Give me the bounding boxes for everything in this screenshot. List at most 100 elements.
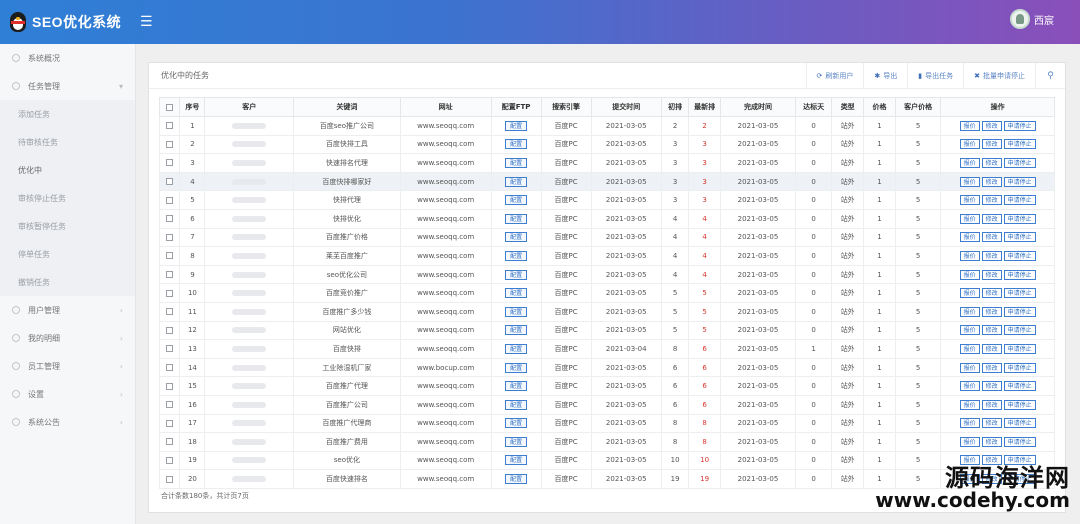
row-checkbox[interactable] [166,196,174,204]
edit-button[interactable]: 修改 [981,288,1002,299]
batch-stop-button[interactable]: ✖ 批量申请停止 [963,63,1035,89]
table-row[interactable]: 17 百度推广代理商 www.seoqq.com 配置 百度PC 2021-03-05 8 8… [158,413,1055,434]
search-button[interactable]: ⚲ [1035,63,1065,89]
row-select-cell[interactable] [158,450,181,471]
quote-button[interactable]: 报价 [959,362,980,373]
edit-button[interactable]: 修改 [981,325,1002,336]
quote-button[interactable]: 报价 [959,269,980,280]
sidebar-item[interactable]: 待审核任务 [0,128,135,156]
quote-button[interactable]: 报价 [959,436,980,447]
edit-button[interactable]: 修改 [981,176,1002,187]
quote-button[interactable]: 报价 [959,139,980,150]
quote-button[interactable]: 报价 [959,306,980,317]
row-checkbox[interactable] [166,364,174,372]
edit-button[interactable]: 修改 [981,232,1002,243]
row-checkbox[interactable] [166,289,174,297]
table-row[interactable]: 8 莱芜百度推广 www.seoqq.com 配置 百度PC 2021-03-05 4 4 20… [158,246,1055,266]
sidebar-item[interactable]: 审核暂停任务 [0,212,135,240]
edit-button[interactable]: 修改 [981,195,1002,206]
user-menu[interactable]: 西宸 [1010,9,1054,29]
sidebar-item[interactable]: 设置 › [0,380,135,408]
row-select-cell[interactable] [158,283,181,303]
table-row[interactable]: 6 快排优化 www.seoqq.com 配置 百度PC 2021-03-05 4 4 2021… [158,208,1055,229]
row-select-cell[interactable] [158,208,181,229]
config-ftp-button[interactable]: 配置 [505,399,528,410]
row-select-cell[interactable] [158,301,181,322]
config-ftp-button[interactable]: 配置 [505,120,528,131]
config-ftp-button[interactable]: 配置 [505,269,528,280]
request-stop-button[interactable]: 申请停止 [1003,399,1036,410]
request-stop-button[interactable]: 申请停止 [1003,250,1036,261]
row-select-cell[interactable] [158,320,181,341]
select-all-cell[interactable] [158,97,181,117]
row-checkbox[interactable] [166,419,174,427]
config-ftp-button[interactable]: 配置 [505,436,528,447]
sidebar-item[interactable]: 停单任务 [0,240,135,268]
table-row[interactable]: 7 百度推广价格 www.seoqq.com 配置 百度PC 2021-03-05 4 4 20… [158,227,1055,248]
config-ftp-button[interactable]: 配置 [505,288,528,299]
row-select-cell[interactable] [158,171,181,192]
quote-button[interactable]: 报价 [959,213,980,224]
row-checkbox[interactable] [166,140,174,148]
row-select-cell[interactable] [158,432,181,452]
config-ftp-button[interactable]: 配置 [505,381,528,392]
config-ftp-button[interactable]: 配置 [505,195,528,206]
request-stop-button[interactable]: 申请停止 [1003,195,1036,206]
edit-button[interactable]: 修改 [981,157,1002,168]
table-row[interactable]: 2 百度快排工具 www.seoqq.com 配置 百度PC 2021-03-05 3 3 20… [158,134,1055,155]
request-stop-button[interactable]: 申请停止 [1003,213,1036,224]
config-ftp-button[interactable]: 配置 [505,343,528,354]
row-checkbox[interactable] [166,271,174,279]
request-stop-button[interactable]: 申请停止 [1003,325,1036,336]
row-select-cell[interactable] [158,153,181,173]
edit-button[interactable]: 修改 [981,343,1002,354]
row-select-cell[interactable] [158,246,181,266]
edit-button[interactable]: 修改 [981,269,1002,280]
quote-button[interactable]: 报价 [959,157,980,168]
edit-button[interactable]: 修改 [981,381,1002,392]
request-stop-button[interactable]: 申请停止 [1003,362,1036,373]
row-select-cell[interactable] [158,357,181,378]
request-stop-button[interactable]: 申请停止 [1003,418,1036,429]
sidebar-item[interactable]: 用户管理 › [0,296,135,324]
edit-button[interactable]: 修改 [981,306,1002,317]
request-stop-button[interactable]: 申请停止 [1003,269,1036,280]
edit-button[interactable]: 修改 [981,120,1002,131]
quote-button[interactable]: 报价 [959,250,980,261]
row-checkbox[interactable] [166,438,174,446]
request-stop-button[interactable]: 申请停止 [1003,157,1036,168]
edit-button[interactable]: 修改 [981,436,1002,447]
row-checkbox[interactable] [166,122,174,130]
request-stop-button[interactable]: 申请停止 [1003,381,1036,392]
row-checkbox[interactable] [166,233,174,241]
sidebar-item[interactable]: 系统概况 [0,44,135,72]
config-ftp-button[interactable]: 配置 [505,157,528,168]
avatar[interactable] [1010,9,1030,29]
request-stop-button[interactable]: 申请停止 [1003,139,1036,150]
request-stop-button[interactable]: 申请停止 [1003,306,1036,317]
quote-button[interactable]: 报价 [959,399,980,410]
quote-button[interactable]: 报价 [959,232,980,243]
table-row[interactable]: 3 快速排名代理 www.seoqq.com 配置 百度PC 2021-03-05 3 3 20… [158,153,1055,173]
edit-button[interactable]: 修改 [981,213,1002,224]
request-stop-button[interactable]: 申请停止 [1003,232,1036,243]
table-row[interactable]: 9 seo优化公司 www.seoqq.com 配置 百度PC 2021-03-05 4 4 2… [158,264,1055,285]
config-ftp-button[interactable]: 配置 [505,306,528,317]
sidebar-item[interactable]: 我的明细 › [0,324,135,352]
quote-button[interactable]: 报价 [959,176,980,187]
row-select-cell[interactable] [158,469,181,489]
select-all-checkbox[interactable] [166,103,174,111]
edit-button[interactable]: 修改 [981,250,1002,261]
quote-button[interactable]: 报价 [959,195,980,206]
request-stop-button[interactable]: 申请停止 [1003,288,1036,299]
user-name[interactable]: 西宸 [1034,12,1054,27]
sidebar-item[interactable]: 优化中 [0,156,135,184]
table-row[interactable]: 1 百度seo推广公司 www.seoqq.com 配置 百度PC 2021-03-05 2… [158,116,1055,136]
sidebar-item[interactable]: 任务管理 ▾ [0,72,135,100]
config-ftp-button[interactable]: 配置 [505,139,528,150]
edit-button[interactable]: 修改 [981,399,1002,410]
table-row[interactable]: 12 网站优化 www.seoqq.com 配置 百度PC 2021-03-05 5 5 202… [158,320,1055,341]
row-checkbox[interactable] [166,401,174,409]
row-select-cell[interactable] [158,264,181,285]
config-ftp-button[interactable]: 配置 [505,362,528,373]
